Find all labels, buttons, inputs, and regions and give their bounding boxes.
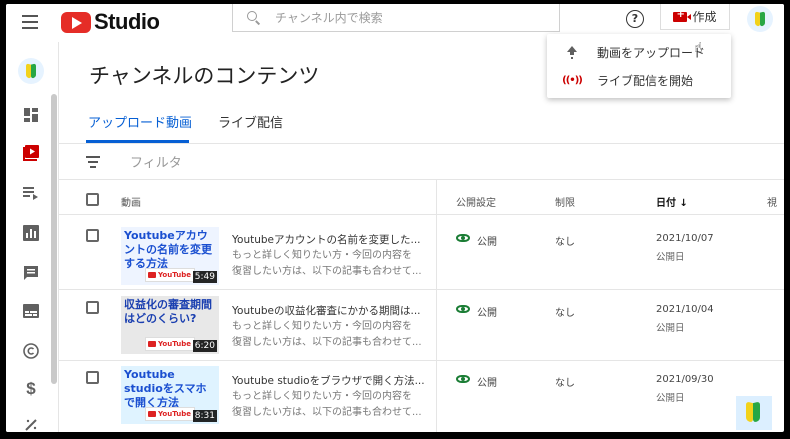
column-header-restrictions[interactable]: 制限 — [555, 194, 575, 209]
visibility-value[interactable]: 公開 — [477, 233, 497, 248]
video-description: もっと詳しく知りたい方・今回の内容を — [232, 391, 412, 402]
thumbnail-text: 収益化の審査期間はどのくらい? — [124, 298, 212, 325]
comments-icon[interactable] — [20, 262, 42, 284]
column-header-date[interactable]: 日付 ↓ — [656, 194, 688, 209]
filter-divider — [59, 179, 784, 180]
tab-live[interactable]: ライブ配信 — [218, 112, 283, 131]
channel-avatar[interactable] — [18, 58, 44, 84]
menu-item-label: ライブ配信を開始 — [597, 73, 694, 88]
logo-text: Studio — [94, 9, 160, 34]
beginner-mark-logo — [736, 396, 772, 430]
date-type: 公開日 — [656, 252, 685, 263]
header-divider — [59, 214, 784, 215]
playlists-icon[interactable] — [20, 182, 42, 204]
tabs-divider — [59, 143, 784, 144]
video-duration: 5:49 — [192, 271, 217, 283]
video-description: もっと詳しく知りたい方・今回の内容を — [232, 321, 412, 332]
filter-icon[interactable] — [86, 156, 100, 168]
search-icon[interactable] — [247, 10, 261, 25]
video-title[interactable]: Youtubeアカウントの名前を変更した... — [232, 232, 421, 247]
video-title[interactable]: Youtube studioをブラウザで開く方法... — [232, 373, 425, 388]
video-description: 復習したい方は、以下の記事も合わせて... — [232, 337, 422, 348]
page-title: チャンネルのコンテンツ — [89, 64, 320, 88]
create-button[interactable]: 作成 — [660, 4, 730, 30]
menu-item-label: 動画をアップロード — [597, 45, 706, 60]
beginner-mark-icon — [746, 399, 760, 424]
subtitles-icon[interactable] — [20, 300, 42, 322]
date-type: 公開日 — [656, 323, 685, 334]
video-duration: 8:31 — [192, 410, 217, 422]
date-type: 公開日 — [656, 393, 685, 404]
menu-icon[interactable] — [22, 15, 38, 29]
customization-icon[interactable] — [20, 414, 42, 432]
date-value: 2021/10/04 — [656, 304, 714, 315]
column-header-views[interactable]: 視 — [767, 194, 777, 209]
dashboard-icon[interactable] — [20, 104, 42, 126]
youtube-studio-logo[interactable]: Studio — [61, 9, 160, 34]
video-description: もっと詳しく知りたい方・今回の内容を — [232, 250, 412, 261]
content-icon[interactable] — [20, 142, 42, 164]
column-separator — [436, 180, 437, 432]
monetization-icon[interactable]: $ — [20, 378, 42, 400]
eye-icon — [456, 375, 470, 383]
date-value: 2021/09/30 — [656, 374, 714, 385]
video-thumbnail[interactable]: 収益化の審査期間はどのくらい? YouTube 6:20 — [121, 296, 219, 354]
restriction-value: なし — [555, 237, 575, 248]
date-value: 2021/10/07 — [656, 233, 714, 244]
studio-window: Studio ? 作成 — [6, 4, 784, 432]
hand-cursor-icon: ☝ — [694, 40, 703, 56]
video-title[interactable]: Youtubeの収益化審査にかかる期間は... — [232, 303, 421, 318]
video-thumbnail[interactable]: Youtube studioをスマホで開く方法 YouTube 8:31 — [121, 366, 219, 424]
eye-icon — [456, 234, 470, 242]
filter-input[interactable]: フィルタ — [130, 152, 182, 171]
row-checkbox[interactable] — [86, 229, 99, 242]
row-checkbox[interactable] — [86, 371, 99, 384]
eye-icon — [456, 305, 470, 313]
video-duration: 6:20 — [192, 340, 217, 352]
beginner-mark-icon — [26, 62, 36, 80]
video-thumbnail[interactable]: Youtubeアカウントの名前を変更する方法 YouTube 5:49 — [121, 227, 219, 285]
copyright-icon[interactable] — [20, 340, 42, 362]
column-header-video: 動画 — [121, 198, 141, 209]
search-input[interactable] — [273, 9, 527, 26]
live-icon: ((•)) — [562, 74, 583, 86]
beginner-mark-icon — [755, 10, 765, 28]
thumbnail-badge: YouTube — [145, 407, 195, 421]
create-label: 作成 — [692, 10, 717, 24]
visibility-value[interactable]: 公開 — [477, 304, 497, 319]
sidebar: $ — [6, 42, 59, 432]
upload-icon — [567, 46, 577, 58]
select-all-checkbox[interactable] — [86, 193, 99, 206]
row-divider — [59, 289, 784, 290]
avatar[interactable] — [747, 6, 773, 32]
row-checkbox[interactable] — [86, 301, 99, 314]
tab-uploads[interactable]: アップロード動画 — [88, 112, 192, 131]
thumbnail-text: Youtube studioをスマホで開く方法 — [124, 368, 207, 409]
video-camera-icon — [673, 9, 692, 22]
sidebar-scrollbar[interactable] — [51, 94, 57, 384]
video-description: 復習したい方は、以下の記事も合わせて... — [232, 407, 422, 418]
column-header-visibility[interactable]: 公開設定 — [456, 194, 496, 209]
restriction-value: なし — [555, 378, 575, 389]
help-icon[interactable]: ? — [626, 10, 644, 28]
thumbnail-badge: YouTube — [145, 337, 195, 351]
youtube-play-icon — [61, 11, 91, 33]
menu-item-go-live[interactable]: ((•)) ライブ配信を開始 — [547, 66, 731, 94]
video-description: 復習したい方は、以下の記事も合わせて... — [232, 266, 422, 277]
row-divider — [59, 360, 784, 361]
restriction-value: なし — [555, 308, 575, 319]
thumbnail-badge: YouTube — [145, 268, 195, 282]
search-box[interactable] — [232, 4, 560, 32]
thumbnail-text: Youtubeアカウントの名前を変更する方法 — [124, 229, 212, 270]
visibility-value[interactable]: 公開 — [477, 374, 497, 389]
analytics-icon[interactable] — [20, 222, 42, 244]
